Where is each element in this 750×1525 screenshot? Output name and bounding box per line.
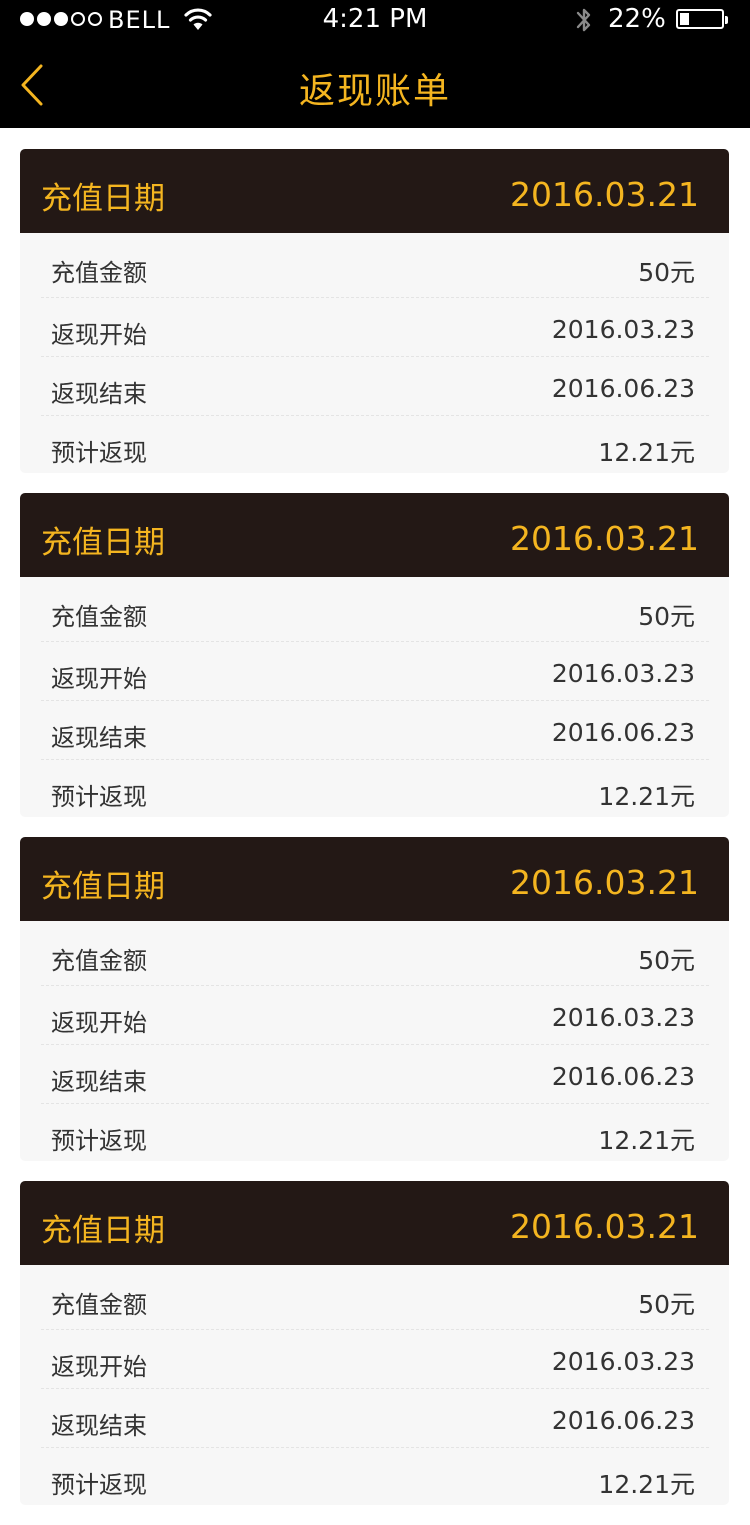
row-value: 2016.03.23 <box>551 315 695 344</box>
recharge-amount-row: 充值金额 50元 <box>41 233 709 298</box>
row-value: 50元 <box>638 258 695 287</box>
row-value: 2016.03.23 <box>551 1003 695 1032</box>
cashback-start-row: 返现开始 2016.03.23 <box>41 298 709 357</box>
row-label: 返现开始 <box>51 321 147 349</box>
row-label: 返现开始 <box>51 1353 147 1381</box>
row-label: 返现结束 <box>51 1412 147 1440</box>
cashback-start-row: 返现开始 2016.03.23 <box>41 642 709 701</box>
row-value: 2016.06.23 <box>551 1406 695 1435</box>
row-value: 50元 <box>638 946 695 975</box>
row-label: 返现结束 <box>51 724 147 752</box>
top-bar: BELL 4:21 PM 22% 返现账单 <box>0 0 750 128</box>
page-title: 返现账单 <box>298 71 451 112</box>
row-value: 12.21元 <box>598 1470 695 1499</box>
row-value: 12.21元 <box>598 782 695 811</box>
row-label: 返现开始 <box>51 1009 147 1037</box>
battery-level <box>680 13 689 25</box>
row-value: 2016.06.23 <box>551 374 695 403</box>
cashback-start-row: 返现开始 2016.03.23 <box>41 986 709 1045</box>
cashback-card: 充值日期 2016.03.21 充值金额 50元 返现开始 2016.03.23… <box>20 149 729 473</box>
recharge-date-label: 充值日期 <box>41 181 165 217</box>
row-label: 充值金额 <box>51 1291 147 1319</box>
recharge-date-value: 2016.03.21 <box>510 1207 699 1246</box>
cashback-end-row: 返现结束 2016.06.23 <box>41 357 709 416</box>
row-label: 充值金额 <box>51 947 147 975</box>
navigation-bar: 返现账单 <box>0 40 750 128</box>
battery-icon <box>676 9 728 29</box>
cashback-card: 充值日期 2016.03.21 充值金额 50元 返现开始 2016.03.23… <box>20 493 729 817</box>
estimated-cashback-row: 预计返现 12.21元 <box>41 1448 709 1505</box>
recharge-amount-row: 充值金额 50元 <box>41 921 709 986</box>
recharge-date-label: 充值日期 <box>41 869 165 905</box>
cashback-start-row: 返现开始 2016.03.23 <box>41 1330 709 1389</box>
cashback-list: 充值日期 2016.03.21 充值金额 50元 返现开始 2016.03.23… <box>20 149 729 1525</box>
row-value: 2016.03.23 <box>551 659 695 688</box>
recharge-date-value: 2016.03.21 <box>510 863 699 902</box>
cashback-card: 充值日期 2016.03.21 充值金额 50元 返现开始 2016.03.23… <box>20 1181 729 1505</box>
row-label: 预计返现 <box>51 1471 147 1499</box>
bluetooth-icon <box>576 8 591 32</box>
card-header: 充值日期 2016.03.21 <box>20 837 729 921</box>
card-header: 充值日期 2016.03.21 <box>20 493 729 577</box>
recharge-date-label: 充值日期 <box>41 1213 165 1249</box>
battery-percent: 22% <box>608 4 666 34</box>
cashback-end-row: 返现结束 2016.06.23 <box>41 1389 709 1448</box>
card-header: 充值日期 2016.03.21 <box>20 1181 729 1265</box>
row-value: 12.21元 <box>598 438 695 467</box>
row-label: 返现结束 <box>51 1068 147 1096</box>
row-value: 12.21元 <box>598 1126 695 1155</box>
recharge-amount-row: 充值金额 50元 <box>41 577 709 642</box>
row-label: 充值金额 <box>51 603 147 631</box>
recharge-date-label: 充值日期 <box>41 525 165 561</box>
cashback-end-row: 返现结束 2016.06.23 <box>41 701 709 760</box>
estimated-cashback-row: 预计返现 12.21元 <box>41 760 709 817</box>
cashback-end-row: 返现结束 2016.06.23 <box>41 1045 709 1104</box>
recharge-amount-row: 充值金额 50元 <box>41 1265 709 1330</box>
row-label: 预计返现 <box>51 439 147 467</box>
row-label: 预计返现 <box>51 1127 147 1155</box>
estimated-cashback-row: 预计返现 12.21元 <box>41 416 709 473</box>
row-value: 2016.06.23 <box>551 718 695 747</box>
row-label: 充值金额 <box>51 259 147 287</box>
row-label: 返现开始 <box>51 665 147 693</box>
row-value: 50元 <box>638 1290 695 1319</box>
row-value: 2016.06.23 <box>551 1062 695 1091</box>
row-value: 2016.03.23 <box>551 1347 695 1376</box>
recharge-date-value: 2016.03.21 <box>510 175 699 214</box>
card-header: 充值日期 2016.03.21 <box>20 149 729 233</box>
cashback-card: 充值日期 2016.03.21 充值金额 50元 返现开始 2016.03.23… <box>20 837 729 1161</box>
estimated-cashback-row: 预计返现 12.21元 <box>41 1104 709 1161</box>
status-bar: BELL 4:21 PM 22% <box>0 0 750 40</box>
row-value: 50元 <box>638 602 695 631</box>
row-label: 预计返现 <box>51 783 147 811</box>
row-label: 返现结束 <box>51 380 147 408</box>
recharge-date-value: 2016.03.21 <box>510 519 699 558</box>
